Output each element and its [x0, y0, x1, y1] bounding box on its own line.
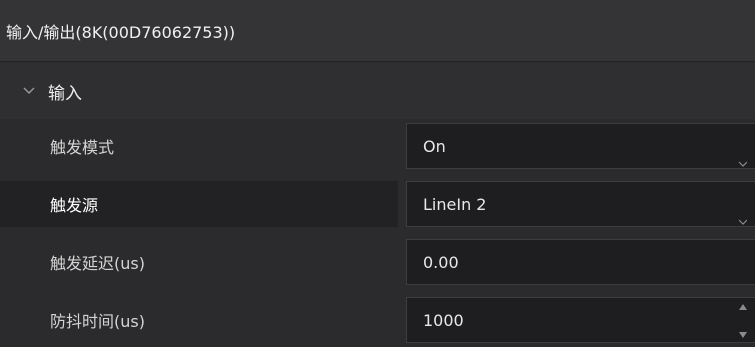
- property-row-trigger-source[interactable]: 触发源 LineIn 2: [0, 181, 755, 227]
- section-input-header[interactable]: 输入: [0, 63, 755, 119]
- trigger-mode-dropdown[interactable]: On: [406, 123, 755, 169]
- dropdown-arrow-icon[interactable]: [737, 124, 747, 168]
- trigger-source-dropdown[interactable]: LineIn 2: [406, 181, 755, 227]
- debounce-time-spinbox[interactable]: 1000: [406, 297, 755, 343]
- trigger-delay-value: 0.00: [423, 252, 459, 272]
- debounce-time-value: 1000: [423, 310, 464, 330]
- panel-title-bar: 输入/输出(8K(00D76062753)): [0, 0, 755, 62]
- property-label-text: 触发源: [50, 196, 99, 215]
- spin-arrows-icon[interactable]: [737, 298, 747, 342]
- property-label: 触发延迟(us): [0, 239, 398, 285]
- trigger-mode-value: On: [423, 136, 446, 156]
- trigger-delay-input[interactable]: 0.00: [406, 239, 755, 285]
- panel-title: 输入/输出(8K(00D76062753)): [6, 22, 236, 42]
- trigger-source-value: LineIn 2: [423, 194, 487, 214]
- dropdown-arrow-icon[interactable]: [737, 182, 747, 226]
- io-properties-panel: 输入/输出(8K(00D76062753)) 输入 触发模式 On 触发源 Li…: [0, 0, 755, 347]
- property-label-text: 触发延迟(us): [50, 254, 145, 273]
- property-label-text: 触发模式: [50, 138, 115, 157]
- property-row-debounce-time[interactable]: 防抖时间(us) 1000: [0, 297, 755, 343]
- property-label: 防抖时间(us): [0, 297, 398, 343]
- property-row-trigger-mode[interactable]: 触发模式 On: [0, 123, 755, 169]
- property-label-text: 防抖时间(us): [50, 312, 145, 331]
- property-row-trigger-delay[interactable]: 触发延迟(us) 0.00: [0, 239, 755, 285]
- chevron-down-icon[interactable]: [22, 84, 36, 98]
- property-label: 触发源: [0, 181, 398, 227]
- section-input-title: 输入: [48, 83, 82, 104]
- property-label: 触发模式: [0, 123, 398, 169]
